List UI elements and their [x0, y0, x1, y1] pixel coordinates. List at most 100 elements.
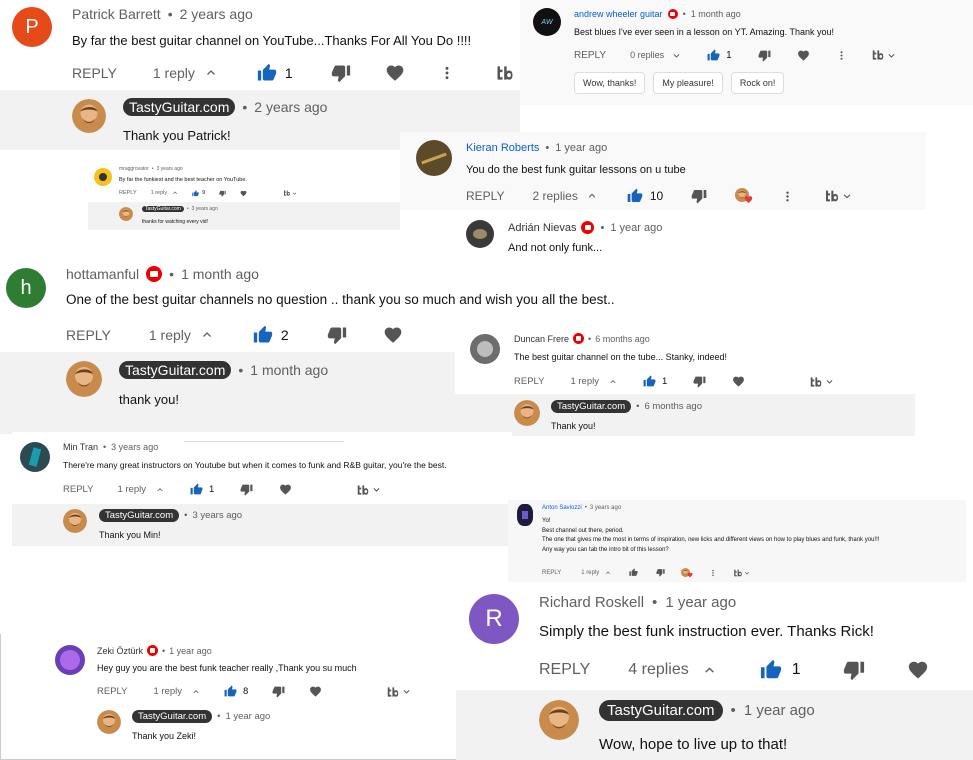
chevron-down-icon[interactable]	[292, 191, 297, 196]
reply-button[interactable]: REPLY	[542, 570, 561, 576]
reply-button[interactable]: REPLY	[539, 661, 590, 679]
thumb-up-icon[interactable]	[629, 568, 638, 577]
reply-time[interactable]: 1 year ago	[225, 711, 270, 722]
heart-icon[interactable]	[797, 49, 810, 62]
avatar[interactable]	[20, 442, 50, 472]
suggested-reply-chip[interactable]: Rock on!	[730, 72, 785, 94]
chevron-down-icon[interactable]	[825, 377, 834, 386]
heart-icon[interactable]	[240, 190, 247, 197]
comment-author[interactable]: Zeki Öztürk	[97, 646, 143, 656]
reply-button[interactable]: REPLY	[72, 65, 117, 81]
thumb-up-icon[interactable]	[627, 188, 643, 204]
comment-author[interactable]: hottamanful	[66, 266, 139, 282]
thumb-down-icon[interactable]	[327, 325, 347, 345]
chevron-down-icon[interactable]	[372, 485, 381, 494]
comment-time[interactable]: 3 years ago	[157, 166, 183, 172]
reply-time[interactable]: 1 month ago	[250, 362, 328, 378]
heart-icon[interactable]	[907, 659, 929, 681]
reply-button[interactable]: REPLY	[66, 327, 111, 343]
thumb-down-icon[interactable]	[219, 190, 226, 197]
chevron-up-icon[interactable]	[156, 486, 164, 494]
avatar[interactable]: P	[12, 7, 52, 47]
tubebuddy-icon[interactable]	[871, 48, 885, 62]
creator-badge[interactable]: TastyGuitar.com	[599, 700, 723, 721]
tubebuddy-icon[interactable]	[809, 375, 823, 389]
chevron-up-icon[interactable]	[609, 378, 617, 386]
avatar[interactable]	[55, 645, 85, 675]
heart-icon[interactable]	[309, 685, 322, 698]
replies-count[interactable]: 2 replies	[532, 189, 577, 203]
replies-count[interactable]: 1 reply	[153, 686, 182, 697]
chevron-up-icon[interactable]	[201, 329, 213, 341]
creator-avatar[interactable]	[119, 207, 133, 221]
comment-time[interactable]: 6 months ago	[595, 334, 650, 344]
replies-toggle[interactable]: 1 reply	[153, 65, 195, 81]
reply-time[interactable]: 1 year ago	[610, 222, 662, 234]
replies-count[interactable]: 1 reply	[149, 327, 191, 343]
comment-author[interactable]: Patrick Barrett	[72, 6, 161, 22]
avatar[interactable]	[470, 334, 500, 364]
tubebuddy-icon[interactable]	[824, 188, 840, 204]
chevron-down-icon[interactable]	[887, 51, 896, 60]
avatar[interactable]: AW	[533, 8, 561, 36]
thumb-up-icon[interactable]	[707, 49, 720, 62]
tubebuddy-icon[interactable]	[495, 63, 515, 83]
comment-author[interactable]: Kieran Roberts	[466, 142, 539, 154]
tubebuddy-icon[interactable]	[733, 568, 743, 578]
replies-count[interactable]: 4 replies	[628, 661, 688, 679]
avatar[interactable]	[517, 504, 533, 526]
more-options-icon[interactable]	[836, 50, 847, 61]
comment-author[interactable]: Richard Roskell	[539, 594, 644, 611]
thumb-down-icon[interactable]	[331, 63, 351, 83]
thumb-up-icon[interactable]	[760, 659, 782, 681]
creator-badge[interactable]: TastyGuitar.com	[132, 710, 213, 723]
reply-time[interactable]: 6 months ago	[644, 401, 702, 412]
thumb-down-icon[interactable]	[240, 483, 253, 496]
thumb-up-icon[interactable]	[257, 63, 277, 83]
chevron-up-icon[interactable]	[605, 570, 611, 576]
reply-time[interactable]: 2 years ago	[254, 99, 327, 115]
comment-time[interactable]: 1 year ago	[169, 646, 212, 656]
reply-button[interactable]: REPLY	[97, 686, 127, 697]
comment-author[interactable]: Min Tran	[63, 442, 98, 452]
reply-button[interactable]: REPLY	[63, 484, 93, 495]
chevron-down-icon[interactable]	[744, 570, 750, 576]
replies-count[interactable]: 1 reply	[151, 190, 168, 196]
reply-button[interactable]: REPLY	[514, 376, 544, 387]
thumb-down-icon[interactable]	[691, 188, 707, 204]
chevron-up-icon[interactable]	[587, 191, 597, 201]
chevron-down-icon[interactable]	[842, 191, 852, 201]
chevron-down-icon[interactable]	[672, 51, 681, 60]
thumb-up-icon[interactable]	[643, 375, 656, 388]
chevron-down-icon[interactable]	[402, 687, 411, 696]
comment-author[interactable]: mraggrovator	[119, 166, 149, 172]
heart-icon[interactable]	[732, 375, 745, 388]
avatar[interactable]: h	[6, 268, 46, 308]
more-options-icon[interactable]	[439, 65, 455, 81]
reply-button[interactable]: REPLY	[574, 50, 606, 61]
thumb-down-icon[interactable]	[758, 49, 771, 62]
comment-time[interactable]: 3 years ago	[590, 505, 621, 511]
suggested-reply-chip[interactable]: My pleasure!	[653, 72, 723, 94]
comment-time[interactable]: 1 year ago	[665, 594, 736, 611]
thumb-up-icon[interactable]	[253, 325, 273, 345]
creator-badge[interactable]: TastyGuitar.com	[551, 400, 632, 413]
chevron-up-icon[interactable]	[192, 688, 200, 696]
thumb-up-icon[interactable]	[192, 190, 199, 197]
more-options-icon[interactable]	[781, 190, 794, 203]
reply-time[interactable]: 3 years ago	[192, 206, 218, 212]
heart-icon[interactable]	[385, 63, 405, 83]
tubebuddy-icon[interactable]	[356, 483, 370, 497]
creator-avatar[interactable]	[514, 400, 540, 426]
creator-badge[interactable]: TastyGuitar.com	[142, 206, 184, 212]
thumb-up-icon[interactable]	[224, 685, 237, 698]
chevron-up-icon[interactable]	[205, 67, 217, 79]
comment-author[interactable]: Anton Saviozzi	[542, 505, 582, 511]
suggested-reply-chip[interactable]: Wow, thanks!	[574, 72, 646, 94]
creator-avatar[interactable]	[72, 99, 106, 133]
tubebuddy-icon[interactable]	[386, 685, 400, 699]
reply-time[interactable]: 1 year ago	[744, 702, 815, 719]
comment-author[interactable]: Duncan Frere	[514, 334, 569, 344]
avatar[interactable]	[94, 168, 112, 186]
creator-avatar[interactable]	[63, 509, 87, 533]
